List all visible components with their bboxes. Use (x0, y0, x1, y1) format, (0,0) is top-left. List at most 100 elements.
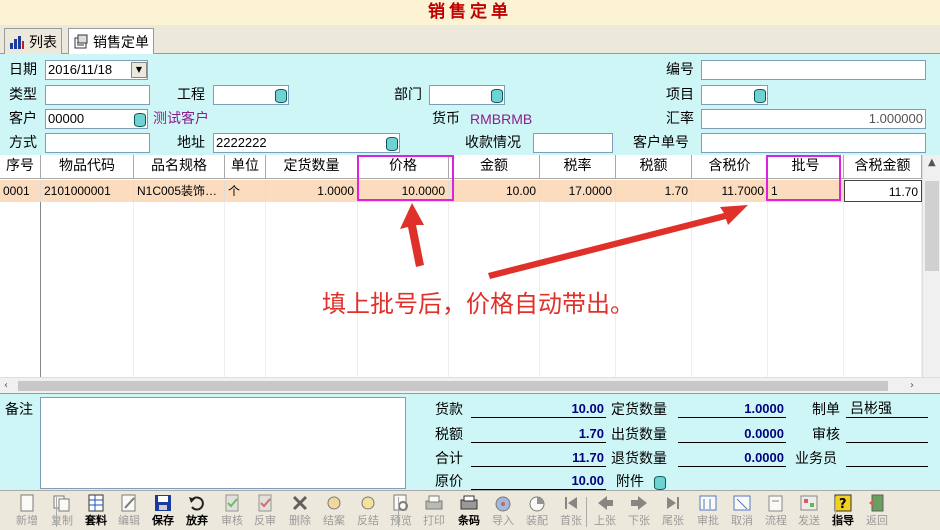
toolbar-button-label: 反审 (254, 514, 276, 527)
collection-label: 收款情况 (465, 135, 521, 151)
remark-label: 备注 (5, 402, 33, 418)
goods-value: 10.00 (471, 400, 606, 418)
project-label: 工程 (177, 87, 205, 103)
cancel-button[interactable]: 取消 (725, 494, 759, 530)
close-case-button[interactable]: 结案 (317, 494, 351, 530)
method-label: 方式 (9, 135, 37, 151)
copy-button[interactable]: 复制 (45, 494, 79, 530)
last-button[interactable]: 尾张 (656, 494, 690, 530)
database-lookup-icon[interactable] (488, 86, 504, 104)
customer-order-field[interactable] (701, 133, 926, 153)
table-button[interactable]: 套料 (79, 494, 113, 530)
next-button[interactable]: 下张 (622, 494, 656, 530)
preview-button[interactable]: 预览 (384, 494, 418, 530)
order-lines-grid[interactable]: 序号 物品代码 品名规格 单位 定货数量 价格 金额 税率 税额 含税价 批号 … (0, 155, 940, 393)
horizontal-scrollbar[interactable]: ‹ › (0, 377, 940, 393)
maker-value: 吕彬强 (846, 400, 928, 418)
bar-chart-icon (9, 34, 25, 50)
scroll-right-icon[interactable]: › (910, 378, 914, 393)
edit-icon (119, 494, 139, 512)
undo-button[interactable]: 放弃 (180, 494, 214, 530)
database-lookup-icon[interactable] (751, 86, 767, 104)
number-field[interactable] (701, 60, 926, 80)
toolbar-button-label: 放弃 (186, 514, 208, 527)
toolbar-button-label: 发送 (798, 514, 820, 527)
database-lookup-icon[interactable] (131, 110, 147, 128)
rate-field[interactable]: 1.000000 (701, 109, 926, 129)
import-button[interactable]: 导入 (486, 494, 520, 530)
exit-icon (867, 494, 887, 512)
annotation-arrows (400, 203, 748, 279)
date-value: 2016/11/18 (48, 62, 113, 77)
reopen-button[interactable]: 反结 (351, 494, 385, 530)
out-qty-label: 出货数量 (611, 427, 667, 443)
reopen-icon (358, 494, 378, 512)
vertical-scroll-thumb[interactable] (925, 181, 939, 271)
delete-button[interactable]: 删除 (283, 494, 317, 530)
send-icon (799, 494, 819, 512)
new-doc-button[interactable]: 新增 (10, 494, 44, 530)
remark-field[interactable] (40, 397, 406, 489)
database-lookup-icon[interactable] (272, 86, 288, 104)
save-button[interactable]: 保存 (146, 494, 180, 530)
chevron-down-icon[interactable]: ▼ (131, 62, 147, 78)
print-button[interactable]: 打印 (417, 494, 451, 530)
audit-button[interactable]: 审核 (215, 494, 249, 530)
address-field[interactable]: 2222222 (213, 133, 400, 153)
tab-sales-order[interactable]: 销售定单 (68, 28, 154, 55)
assemble-button[interactable]: 装配 (520, 494, 554, 530)
goods-label: 货款 (435, 402, 463, 418)
first-button[interactable]: 首张 (554, 494, 588, 530)
main-toolbar: 新增 复制 套料 编辑 保存 放弃 审核 反审 删除 结案 反结 预览 打印 条码 导入 装配 首张 上张 下张 尾张… (0, 490, 940, 530)
method-field[interactable] (45, 133, 150, 153)
flow-icon (766, 494, 786, 512)
exit-button[interactable]: 返回 (860, 494, 894, 530)
tab-list[interactable]: 列表 (4, 28, 62, 54)
vertical-scrollbar[interactable]: ▲ (922, 155, 940, 377)
type-field[interactable] (45, 85, 150, 105)
prev-button[interactable]: 上张 (588, 494, 622, 530)
attachment-icon[interactable] (651, 473, 667, 491)
copy-icon (52, 494, 72, 512)
cancel-icon (732, 494, 752, 512)
toolbar-button-label: 取消 (731, 514, 753, 527)
audit-label: 审核 (812, 427, 840, 443)
tab-sales-order-label: 销售定单 (93, 35, 149, 51)
toolbar-button-label: 预览 (390, 514, 412, 527)
window-title-bar: 销售定单 (0, 0, 940, 25)
toolbar-separator (835, 497, 836, 527)
undo-icon (187, 494, 207, 512)
edit-button[interactable]: 编辑 (112, 494, 146, 530)
currency-value: RMBRMB (470, 111, 533, 127)
print-icon (424, 494, 444, 512)
flow-button[interactable]: 流程 (759, 494, 793, 530)
unaudit-button[interactable]: 反审 (248, 494, 282, 530)
address-label: 地址 (177, 135, 205, 151)
attach-label: 附件 (616, 474, 644, 490)
horizontal-scroll-thumb[interactable] (18, 381, 888, 391)
customer-order-label: 客户单号 (633, 135, 689, 151)
rate-label: 汇率 (666, 111, 694, 127)
toolbar-button-label: 编辑 (118, 514, 140, 527)
new-doc-icon (17, 494, 37, 512)
assemble-icon (527, 494, 547, 512)
toolbar-button-label: 流程 (765, 514, 787, 527)
toolbar-button-label: 装配 (526, 514, 548, 527)
database-lookup-icon[interactable] (383, 134, 399, 152)
barcode-button[interactable]: 条码 (452, 494, 486, 530)
return-qty-value: 0.0000 (678, 449, 786, 467)
send-button[interactable]: 发送 (792, 494, 826, 530)
currency-label: 货币 (432, 111, 460, 127)
approve-button[interactable]: 审批 (691, 494, 725, 530)
toolbar-button-label: 上张 (594, 514, 616, 527)
scroll-up-icon[interactable]: ▲ (928, 155, 936, 171)
arrow-to-price-icon (400, 203, 424, 267)
first-icon (561, 494, 581, 512)
next-icon (629, 494, 649, 512)
preview-icon (391, 494, 411, 512)
collection-field[interactable] (533, 133, 613, 153)
close-case-icon (324, 494, 344, 512)
toolbar-button-label: 下张 (628, 514, 650, 527)
scroll-left-icon[interactable]: ‹ (4, 378, 8, 393)
help-button[interactable]: ? 指导 (826, 494, 860, 530)
